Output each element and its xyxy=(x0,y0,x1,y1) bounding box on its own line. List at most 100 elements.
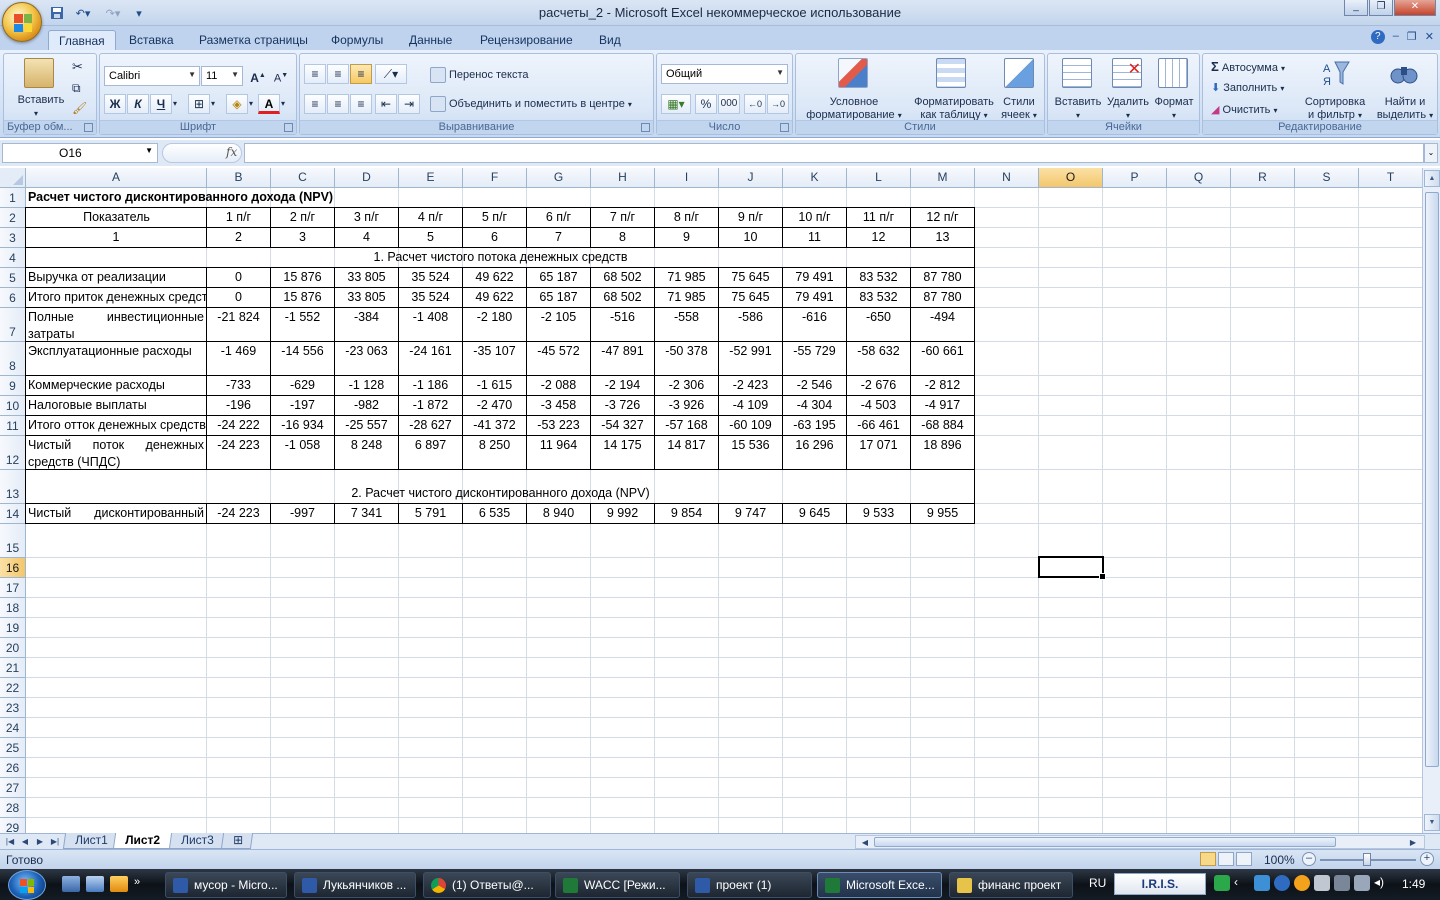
value-cell[interactable]: -1 552 xyxy=(271,308,334,341)
font-name-select[interactable]: Calibri ▼ xyxy=(104,66,200,86)
row-header[interactable]: 10 xyxy=(0,396,26,416)
value-cell[interactable]: -53 223 xyxy=(527,416,590,435)
numbering-cell[interactable]: 12 xyxy=(847,228,910,247)
period-header-cell[interactable]: 1 п/г xyxy=(207,208,270,227)
period-header-cell[interactable]: 7 п/г xyxy=(591,208,654,227)
value-cell[interactable]: 16 296 xyxy=(783,436,846,469)
close-button[interactable]: ✕ xyxy=(1394,0,1436,16)
numbering-cell[interactable]: 5 xyxy=(399,228,462,247)
minimize-button[interactable]: _ xyxy=(1344,0,1368,16)
value-cell[interactable]: 6 535 xyxy=(463,504,526,523)
zoom-level[interactable]: 100% xyxy=(1264,853,1295,867)
value-cell[interactable]: -629 xyxy=(271,376,334,395)
row-header[interactable]: 5 xyxy=(0,268,26,288)
value-cell[interactable]: 0 xyxy=(207,288,270,307)
value-cell[interactable]: -24 223 xyxy=(207,436,270,469)
power-icon[interactable] xyxy=(1334,875,1350,891)
value-cell[interactable]: -2 194 xyxy=(591,376,654,395)
value-cell[interactable]: 9 747 xyxy=(719,504,782,523)
worksheet-grid[interactable]: ABCDEFGHIJKLMNOPQRST 1 2 3 4 5 6 7 8 9 10 11 12 13 14… xyxy=(0,168,1422,833)
row-label-cell[interactable]: Эксплуатационные расходы xyxy=(26,342,206,375)
prev-sheet-icon[interactable]: ◀ xyxy=(18,835,32,848)
value-cell[interactable]: -54 327 xyxy=(591,416,654,435)
value-cell[interactable]: -2 423 xyxy=(719,376,782,395)
value-cell[interactable]: -68 884 xyxy=(911,416,974,435)
column-header[interactable]: B xyxy=(207,168,271,188)
value-cell[interactable]: -997 xyxy=(271,504,334,523)
align-right-icon[interactable]: ≡ xyxy=(350,94,372,114)
italic-button[interactable]: К xyxy=(127,94,149,114)
value-cell[interactable]: 6 897 xyxy=(399,436,462,469)
value-cell[interactable]: 79 491 xyxy=(783,288,846,307)
borders-icon[interactable]: ⊞ xyxy=(188,94,210,114)
value-cell[interactable]: -57 168 xyxy=(655,416,718,435)
shrink-font-icon[interactable]: A▼ xyxy=(270,66,292,86)
first-sheet-icon[interactable]: |◀ xyxy=(3,835,17,848)
scroll-left-icon[interactable]: ◀ xyxy=(858,836,872,849)
row-label-cell[interactable]: Налоговые выплаты xyxy=(26,396,206,415)
formula-input[interactable] xyxy=(244,143,1424,163)
bold-button[interactable]: Ж xyxy=(104,94,126,114)
value-cell[interactable]: 87 780 xyxy=(911,288,974,307)
tab-formulas[interactable]: Формулы xyxy=(321,30,393,50)
tab-data[interactable]: Данные xyxy=(399,30,462,50)
period-header-cell[interactable]: 9 п/г xyxy=(719,208,782,227)
row-header[interactable]: 18 xyxy=(0,598,26,618)
value-cell[interactable]: -58 632 xyxy=(847,342,910,375)
value-cell[interactable]: -4 917 xyxy=(911,396,974,415)
next-sheet-icon[interactable]: ▶ xyxy=(33,835,47,848)
value-cell[interactable]: -55 729 xyxy=(783,342,846,375)
value-cell[interactable]: -2 306 xyxy=(655,376,718,395)
value-cell[interactable]: -616 xyxy=(783,308,846,341)
workbook-restore-icon[interactable]: ❐ xyxy=(1407,30,1417,44)
value-cell[interactable]: -52 991 xyxy=(719,342,782,375)
fill-color-dropdown-icon[interactable]: ▾ xyxy=(246,94,256,114)
column-header[interactable]: A xyxy=(26,168,207,188)
row-header[interactable]: 8 xyxy=(0,342,26,376)
value-cell[interactable]: 11 964 xyxy=(527,436,590,469)
normal-view-icon[interactable] xyxy=(1200,852,1216,866)
row-header[interactable]: 22 xyxy=(0,678,26,698)
vertical-scrollbar[interactable]: ▲ ▼ xyxy=(1422,168,1440,833)
period-header-cell[interactable]: 3 п/г xyxy=(335,208,398,227)
value-cell[interactable]: -2 088 xyxy=(527,376,590,395)
column-header[interactable]: I xyxy=(655,168,719,188)
start-button[interactable] xyxy=(8,870,46,900)
value-cell[interactable]: 9 645 xyxy=(783,504,846,523)
row-header[interactable]: 7 xyxy=(0,308,26,342)
row-header[interactable]: 14 xyxy=(0,504,26,524)
tray-arrow-icon[interactable] xyxy=(1214,875,1230,891)
underline-button[interactable]: Ч xyxy=(150,94,172,114)
dialog-launcher-icon[interactable] xyxy=(780,123,789,132)
sort-filter-button[interactable]: Сортировка и фильтр ▾ xyxy=(1297,96,1373,122)
row-header[interactable]: 17 xyxy=(0,578,26,598)
update-icon[interactable] xyxy=(1294,875,1310,891)
antivirus-icon[interactable] xyxy=(1274,875,1290,891)
tab-insert[interactable]: Вставка xyxy=(119,30,184,50)
row-header[interactable]: 3 xyxy=(0,228,26,248)
value-cell[interactable]: -2 812 xyxy=(911,376,974,395)
row-header[interactable]: 13 xyxy=(0,470,26,504)
column-header[interactable]: P xyxy=(1103,168,1167,188)
column-header[interactable]: C xyxy=(271,168,335,188)
value-cell[interactable]: -66 461 xyxy=(847,416,910,435)
format-painter-icon[interactable]: 🖌 xyxy=(72,102,87,115)
help-icon[interactable]: ? xyxy=(1370,30,1385,44)
zoom-in-icon[interactable]: + xyxy=(1420,852,1434,866)
merge-center-button[interactable]: Объединить и поместить в центре ▾ xyxy=(430,96,632,112)
value-cell[interactable]: -3 458 xyxy=(527,396,590,415)
row-header[interactable]: 15 xyxy=(0,524,26,558)
row-header[interactable]: 26 xyxy=(0,758,26,778)
row-header[interactable]: 11 xyxy=(0,416,26,436)
language-indicator[interactable]: RU xyxy=(1089,876,1106,890)
taskbar-item[interactable]: мусор - Micro... xyxy=(165,872,287,898)
page-break-view-icon[interactable] xyxy=(1236,852,1252,866)
value-cell[interactable]: -1 408 xyxy=(399,308,462,341)
orientation-icon[interactable]: ⟋▾ xyxy=(375,64,407,84)
sheet-tab-1[interactable]: Лист1 xyxy=(62,833,120,849)
section2-title-cell[interactable]: 2. Расчет чистого дисконтированного дохо… xyxy=(26,484,975,504)
value-cell[interactable]: -516 xyxy=(591,308,654,341)
column-header[interactable]: K xyxy=(783,168,847,188)
value-cell[interactable]: -47 891 xyxy=(591,342,654,375)
align-left-icon[interactable]: ≡ xyxy=(304,94,326,114)
